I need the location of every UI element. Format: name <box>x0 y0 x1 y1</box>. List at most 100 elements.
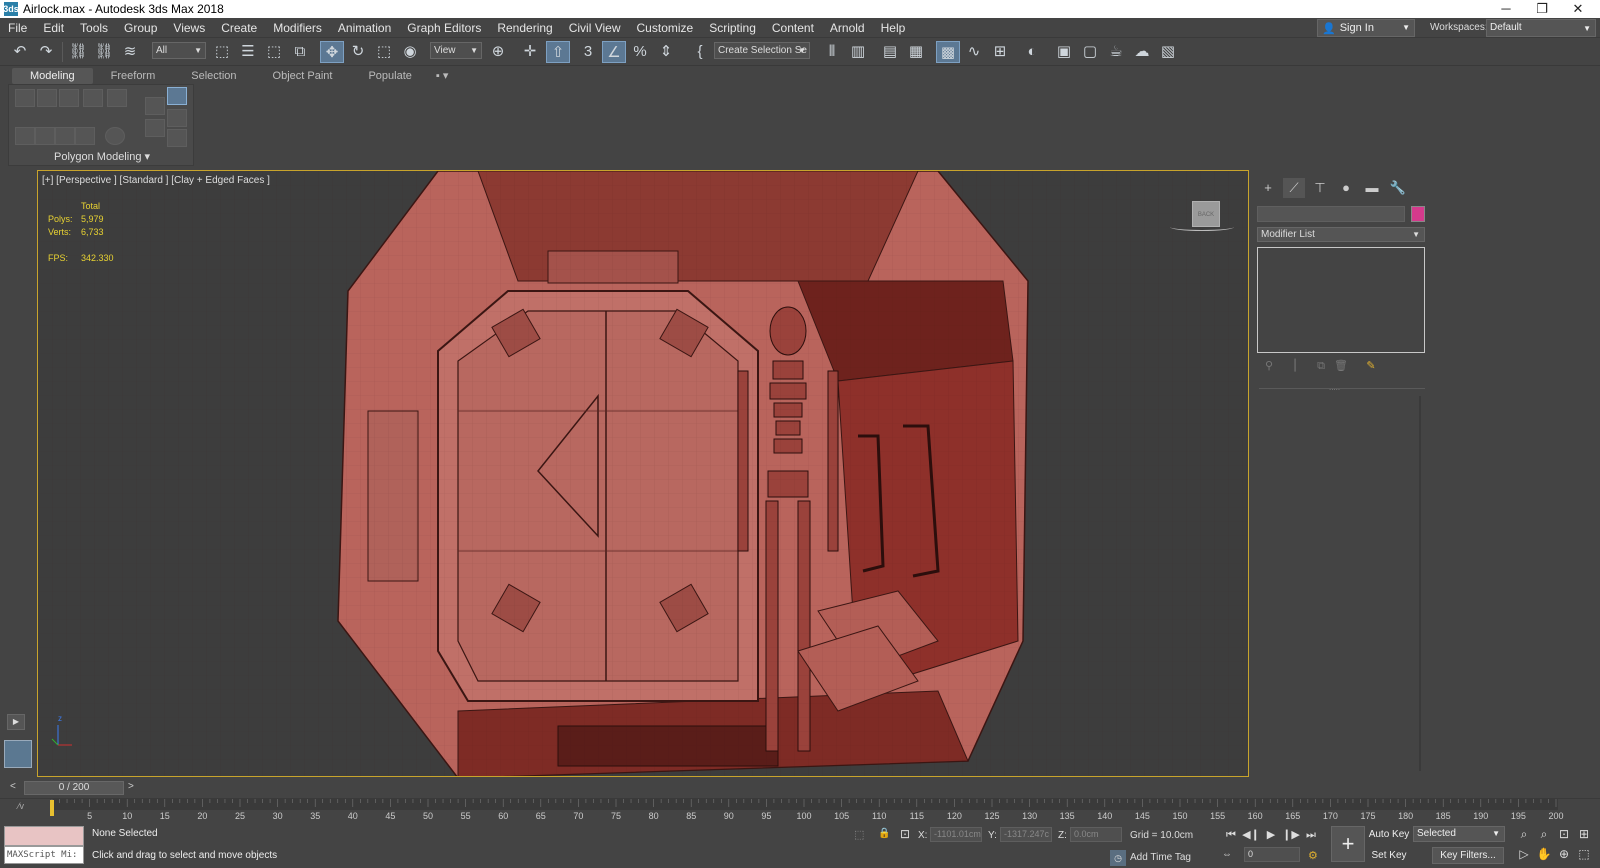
edge-mode-icon[interactable] <box>37 89 57 107</box>
close-button[interactable]: ✕ <box>1560 0 1596 18</box>
zoom-all-icon[interactable]: ⌕ <box>1536 826 1552 842</box>
material-editor-icon[interactable]: ◐ <box>1020 41 1044 63</box>
orbit-icon[interactable]: ⊕ <box>1556 846 1572 862</box>
workspaces-dropdown[interactable]: Default ▼ <box>1486 19 1596 37</box>
viewcube-compass[interactable] <box>1170 223 1234 231</box>
display-tab-icon[interactable]: ▬ <box>1361 178 1383 198</box>
field-of-view-icon[interactable]: ▷ <box>1516 846 1532 862</box>
border-mode-icon[interactable] <box>59 89 79 107</box>
tab-object-paint[interactable]: Object Paint <box>255 68 351 84</box>
tab-modeling[interactable]: Modeling <box>12 68 93 84</box>
modifier-list-dropdown[interactable]: Modifier List ▼ <box>1257 227 1425 242</box>
unlink-icon[interactable]: ⛓ <box>92 41 116 63</box>
tab-populate[interactable]: Populate <box>350 68 429 84</box>
pin-stack-icon[interactable]: ⚲ <box>1261 358 1277 374</box>
maxscript-listener[interactable]: MAXScript Mi: <box>4 826 84 866</box>
modify-mode-icon[interactable] <box>145 97 165 115</box>
rollout-grip[interactable]: ..... <box>1329 383 1340 392</box>
go-to-end-icon[interactable]: ⏭ <box>1302 827 1320 843</box>
remove-modifier-icon[interactable]: 🗑 <box>1333 358 1349 374</box>
maxscript-output[interactable] <box>4 826 84 846</box>
absolute-mode-icon[interactable]: ⊡ <box>900 827 916 843</box>
reference-coordinate-dropdown[interactable]: View ▼ <box>430 42 482 59</box>
window-crossing-icon[interactable]: ⧉ <box>288 41 312 63</box>
configure-modifier-sets-icon[interactable]: ✎ <box>1363 358 1379 374</box>
key-filters-button[interactable]: Key Filters... <box>1432 847 1504 864</box>
current-frame-field[interactable]: 0 <box>1244 847 1300 862</box>
element-mode-icon[interactable] <box>107 89 127 107</box>
render-production-icon[interactable]: ☕ <box>1104 41 1128 63</box>
angle-snap-icon[interactable]: ∠ <box>602 41 626 63</box>
play-icon[interactable]: ▶ <box>1262 827 1280 843</box>
make-unique-icon[interactable]: ⧉ <box>1313 358 1329 374</box>
align-icon[interactable]: ▥ <box>846 41 870 63</box>
toggle-ribbon-icon[interactable]: ▦ <box>904 41 928 63</box>
selection-filter-dropdown[interactable]: All ▼ <box>152 42 206 59</box>
select-and-place-icon[interactable]: ◉ <box>398 41 422 63</box>
restore-button[interactable]: ❐ <box>1524 0 1560 18</box>
menu-content[interactable]: Content <box>764 18 822 38</box>
selection-lock-icon[interactable]: 🔒 <box>878 828 892 842</box>
menu-help[interactable]: Help <box>873 18 914 38</box>
tab-freeform[interactable]: Freeform <box>93 68 174 84</box>
menu-group[interactable]: Group <box>116 18 165 38</box>
select-and-rotate-icon[interactable]: ↻ <box>346 41 370 63</box>
zoom-extents-all-icon[interactable]: ⊞ <box>1576 826 1592 842</box>
menu-file[interactable]: File <box>0 18 35 38</box>
object-color-swatch[interactable] <box>1411 206 1425 222</box>
undo-icon[interactable]: ↶ <box>8 41 32 63</box>
z-coordinate-field[interactable]: 0.0cm <box>1070 827 1122 842</box>
mirror-icon[interactable]: ⫴ <box>820 41 844 63</box>
use-soft-selection-icon[interactable] <box>105 127 125 145</box>
curve-editor-icon[interactable]: ∿ <box>962 41 986 63</box>
time-tag-icon[interactable]: ◷ <box>1110 850 1126 866</box>
snaps-toggle-icon[interactable]: 3 <box>576 41 600 63</box>
vertex-mode-icon[interactable] <box>15 89 35 107</box>
menu-civil-view[interactable]: Civil View <box>561 18 629 38</box>
utilities-tab-icon[interactable]: 🔧 <box>1387 178 1409 198</box>
hierarchy-tab-icon[interactable]: ⊤ <box>1309 178 1331 198</box>
menu-arnold[interactable]: Arnold <box>822 18 873 38</box>
isolate-selection-icon[interactable]: ⬚ <box>854 828 870 842</box>
zoom-icon[interactable]: ⌕ <box>1516 826 1532 842</box>
key-set-dropdown[interactable]: Selected ▼ <box>1413 826 1505 842</box>
viewport-layout-thumb[interactable] <box>4 740 32 768</box>
select-and-scale-icon[interactable]: ⬚ <box>372 41 396 63</box>
keyboard-shortcut-override-icon[interactable]: ⇧ <box>546 41 570 63</box>
render-setup-icon[interactable]: ▣ <box>1052 41 1076 63</box>
previous-modifier-icon[interactable] <box>35 127 55 145</box>
layer-explorer-icon[interactable]: ▤ <box>878 41 902 63</box>
auto-key-button[interactable]: Auto Key <box>1368 826 1410 843</box>
sign-in-dropdown[interactable]: 👤 Sign In ▼ <box>1317 19 1415 37</box>
ribbon-options-icon[interactable]: ▪ ▾ <box>430 68 454 84</box>
select-and-move-icon[interactable]: ✥ <box>320 41 344 63</box>
x-coordinate-field[interactable]: -1101.01cm <box>930 827 982 842</box>
render-cloud-icon[interactable]: ☁ <box>1130 41 1154 63</box>
zoom-extents-icon[interactable]: ⊡ <box>1556 826 1572 842</box>
show-end-result-icon[interactable] <box>167 87 187 105</box>
modifier-stack[interactable] <box>1257 247 1425 353</box>
command-panel-scrollbar[interactable] <box>1419 396 1421 771</box>
percent-snap-icon[interactable]: % <box>628 41 652 63</box>
object-name-field[interactable] <box>1257 206 1405 222</box>
ignore-backfacing-icon[interactable] <box>75 127 95 145</box>
modify-tab-icon[interactable]: ⟋ <box>1283 178 1305 198</box>
menu-create[interactable]: Create <box>213 18 265 38</box>
select-by-name-icon[interactable]: ☰ <box>236 41 260 63</box>
pin-stack-icon[interactable] <box>167 109 187 127</box>
schematic-view-icon[interactable]: ⊞ <box>988 41 1012 63</box>
spinner-snap-icon[interactable]: ⇕ <box>654 41 678 63</box>
menu-customize[interactable]: Customize <box>629 18 702 38</box>
menu-views[interactable]: Views <box>165 18 213 38</box>
rectangular-selection-icon[interactable]: ⬚ <box>262 41 286 63</box>
polygon-mode-icon[interactable] <box>83 89 103 107</box>
pivot-center-icon[interactable]: ⊕ <box>486 41 510 63</box>
pan-view-icon[interactable]: ✋ <box>1536 846 1552 862</box>
polygon-modeling-dropdown[interactable]: Polygon Modeling ▾ <box>9 150 195 163</box>
a360-gallery-icon[interactable]: ▧ <box>1156 41 1180 63</box>
next-frame-icon[interactable]: ❙▶ <box>1282 827 1300 843</box>
time-slider-prev[interactable]: < <box>10 781 16 792</box>
key-mode-toggle-icon[interactable]: ⇔ <box>1222 849 1236 863</box>
bind-space-warp-icon[interactable]: ≋ <box>118 41 142 63</box>
named-selection-dropdown[interactable]: Create Selection Se ▼ <box>714 42 810 59</box>
